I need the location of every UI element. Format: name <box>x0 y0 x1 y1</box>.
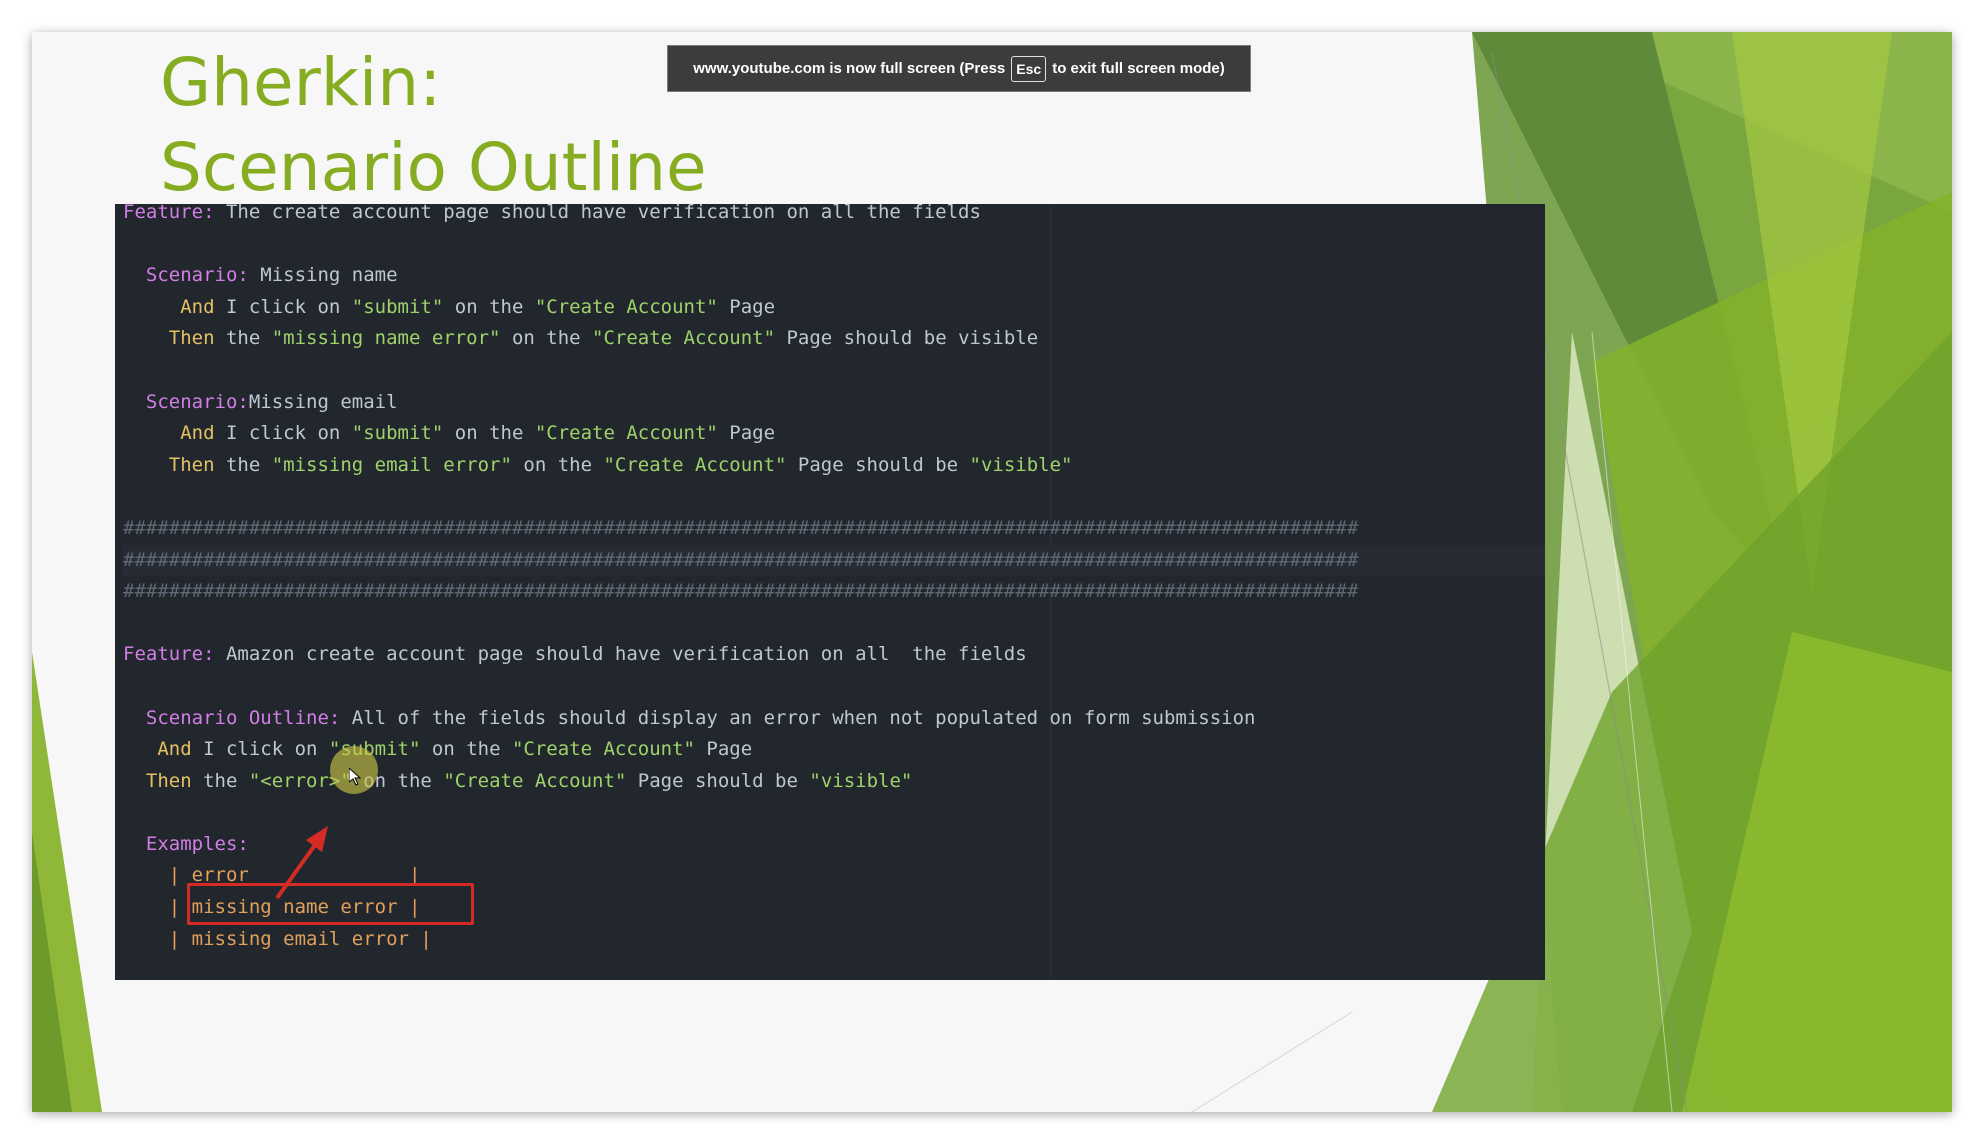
code-token: on the <box>443 422 535 445</box>
code-token: "Create Account" <box>603 453 787 476</box>
code-token: Feature: <box>123 643 215 666</box>
code-token: Page should be <box>786 453 970 476</box>
code-token: "visible" <box>809 769 913 792</box>
code-token: Scenario Outline: <box>123 706 341 729</box>
code-token: Then <box>123 453 215 476</box>
code-token: Page <box>694 738 753 761</box>
code-token: "Create Account" <box>443 769 627 792</box>
code-line: Scenario:Missing email <box>123 387 1545 419</box>
code-token: And <box>123 295 215 318</box>
code-line: Examples: <box>123 829 1545 861</box>
code-token: "submit" <box>351 422 444 445</box>
fullscreen-text-before: www.youtube.com is now full screen (Pres… <box>693 60 1006 77</box>
code-token: the <box>214 453 272 476</box>
code-line: ########################################… <box>123 576 1545 608</box>
code-token: Page <box>717 295 776 318</box>
fullscreen-text-after: to exit full screen mode) <box>1052 60 1225 77</box>
code-line: Feature: Amazon create account page shou… <box>123 639 1545 671</box>
code-token: "Create Account" <box>511 738 695 761</box>
code-line: Scenario: Missing name <box>123 260 1545 292</box>
code-token: "missing name error" <box>271 327 501 350</box>
code-token: Examples: <box>123 832 249 855</box>
code-line: Feature: The create account page should … <box>123 204 1545 229</box>
code-token: ########################################… <box>123 516 1359 539</box>
code-token: Missing email <box>248 390 398 413</box>
code-token: ########################################… <box>123 580 1359 603</box>
code-token: on the <box>443 295 535 318</box>
code-token: "Create Account" <box>534 422 718 445</box>
code-token: "visible" <box>969 453 1073 476</box>
code-token: Page should be visible <box>775 327 1039 350</box>
slide-title-line-1: Gherkin: <box>160 44 442 121</box>
code-line: | missing email error | <box>123 924 1545 956</box>
code-token: "Create Account" <box>534 295 718 318</box>
code-token: Scenario: <box>123 264 249 287</box>
code-token: Feature: <box>123 204 215 223</box>
mouse-cursor-icon <box>349 768 361 786</box>
code-token: I click on <box>214 295 352 318</box>
error-row-highlight-box <box>187 883 474 925</box>
code-token: Amazon create account page should have v… <box>214 643 1027 666</box>
code-token: on the <box>420 738 512 761</box>
code-token: Page <box>717 422 776 445</box>
code-line: Then the "missing name error" on the "Cr… <box>123 323 1545 355</box>
code-token: on the <box>511 453 604 476</box>
code-token: Missing name <box>248 264 398 287</box>
esc-key-badge: Esc <box>1011 55 1047 82</box>
code-token: And <box>123 422 215 445</box>
code-editor-screenshot: Feature: The create account page should … <box>115 204 1545 980</box>
code-token: All of the fields should display an erro… <box>340 706 1256 729</box>
code-token: on the <box>500 327 593 350</box>
code-token: ########################################… <box>123 548 1359 571</box>
code-token: The create account page should have veri… <box>214 204 981 223</box>
code-lines: Feature: The create account page should … <box>123 204 1545 980</box>
code-token: "missing email error" <box>271 453 512 476</box>
code-token: Then <box>123 769 192 792</box>
code-token: | missing email error | <box>123 927 432 950</box>
code-token: the <box>214 327 272 350</box>
fullscreen-notification: www.youtube.com is now full screen (Pres… <box>667 45 1251 92</box>
code-token: Then <box>123 327 215 350</box>
code-line: And I click on "submit" on the "Create A… <box>123 292 1545 324</box>
code-token: Page should be <box>626 769 810 792</box>
code-line: Scenario Outline: All of the fields shou… <box>123 703 1545 735</box>
slide-title-line-2: Scenario Outline <box>160 129 707 206</box>
code-token: the <box>191 769 249 792</box>
code-token: Scenario: <box>123 390 249 413</box>
code-token: "submit" <box>351 295 444 318</box>
code-line: ########################################… <box>123 513 1545 545</box>
code-token: And <box>123 738 192 761</box>
code-line: And I click on "submit" on the "Create A… <box>123 418 1545 450</box>
code-token: I click on <box>191 738 329 761</box>
code-line: ########################################… <box>123 544 1545 577</box>
code-token: "Create Account" <box>592 327 776 350</box>
code-token: I click on <box>214 422 352 445</box>
code-line: Then the "missing email error" on the "C… <box>123 450 1545 482</box>
